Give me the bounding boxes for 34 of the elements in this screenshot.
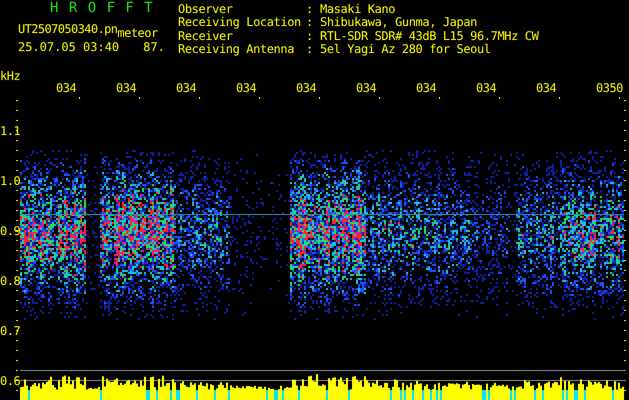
time-label: 034 (116, 81, 136, 95)
frequency-label: 1.0 (0, 174, 20, 188)
info-separator: : (306, 30, 314, 43)
info-separator: : (306, 16, 314, 30)
file-suffix: meteor (117, 27, 158, 40)
timestamp: 25.07.05 03:40 (18, 41, 120, 54)
info-value: 5el Yagi Az 280 for Seoul (320, 42, 492, 56)
file-name: UT2507050340.pn (18, 23, 118, 36)
unit-label: kHz (0, 69, 20, 83)
info-separator: : (306, 42, 314, 56)
info-label: Observer (178, 3, 234, 16)
file-value: 87. (143, 41, 165, 54)
info-separator: : (306, 3, 314, 16)
info-label: Receiving Antenna (178, 42, 296, 56)
info-label: Receiving Location (178, 16, 302, 30)
info-value: Shibukawa, Gunma, Japan (320, 16, 478, 30)
frequency-label: 1.1 (0, 124, 20, 138)
frequency-label: 0.8 (0, 274, 20, 288)
time-label: 034 (536, 81, 556, 95)
info-label: Receiver (178, 30, 233, 43)
info-value: RTL-SDR SDR# 43dB L15 96.7MHz CW (320, 30, 538, 43)
info-value: Masaki Kano (320, 3, 396, 16)
time-label: 034 (476, 81, 496, 95)
time-label: 034 (416, 81, 436, 95)
app-title: H R O F F T (49, 0, 155, 18)
frequency-label: 0.7 (0, 324, 20, 338)
time-label: 034 (236, 81, 256, 95)
frequency-label: 0.9 (0, 224, 20, 238)
time-label: 034 (176, 81, 196, 95)
frequency-label: 0.6 (0, 374, 20, 388)
time-label: 034 (56, 81, 76, 95)
time-label: 0350 (596, 81, 623, 95)
time-label: 034 (296, 81, 316, 95)
time-label: 034 (356, 81, 376, 95)
